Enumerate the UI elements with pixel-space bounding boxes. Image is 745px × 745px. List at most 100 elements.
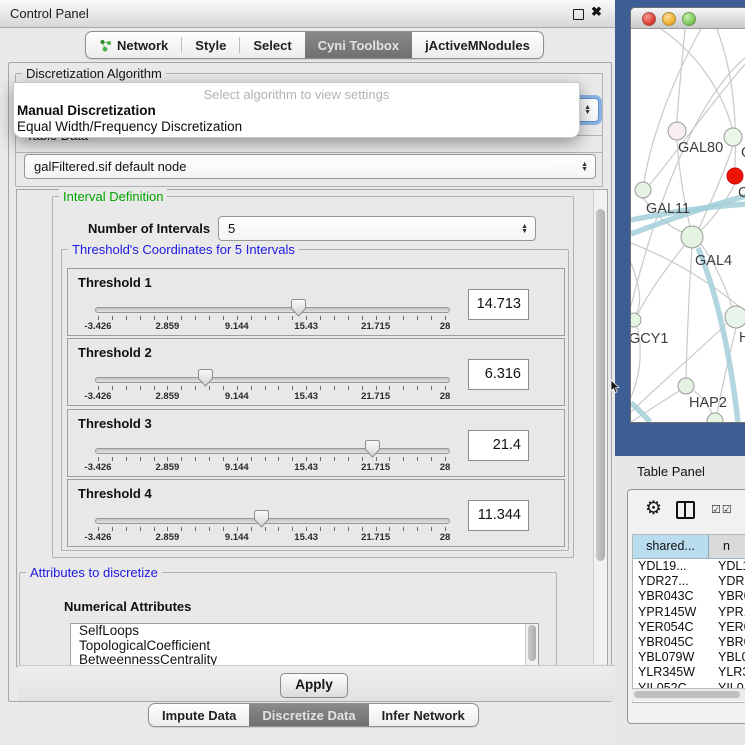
attribute-item[interactable]: TopologicalCoefficient [71, 639, 538, 654]
slider-thumb[interactable] [198, 369, 213, 387]
slider-track[interactable] [95, 448, 450, 454]
bottom-node[interactable] [707, 413, 723, 422]
table-row[interactable]: YDL19...YDL1 [633, 559, 745, 574]
threshold-value-field[interactable]: 6.316 [468, 359, 529, 390]
node-table[interactable]: shared... n YDL19...YDL1YDR27...YDR2YBR0… [632, 534, 745, 703]
slider-thumb[interactable] [254, 510, 269, 528]
slider-tick [403, 527, 404, 531]
algorithm-option-manual[interactable]: Manual Discretization [17, 103, 156, 118]
network-edge[interactable] [661, 29, 732, 128]
settings-scrollbar[interactable] [593, 190, 607, 664]
number-of-intervals-combobox[interactable]: 5 ▲▼ [218, 216, 536, 241]
tab-cyni-toolbox[interactable]: Cyni Toolbox [305, 32, 412, 58]
tab-jactivemnodules[interactable]: jActiveMNodules [412, 32, 543, 58]
gal11-node[interactable] [635, 182, 651, 198]
table-row[interactable]: YBL079WYBL0 [633, 650, 745, 665]
slider-tick [320, 457, 321, 461]
tab-style[interactable]: Style [182, 32, 239, 58]
threshold-value-field[interactable]: 21.4 [468, 430, 529, 461]
gal4-node[interactable] [681, 226, 703, 248]
threshold-3-box: Threshold 3-3.4262.8599.14415.4321.71528… [67, 409, 565, 477]
column-header-name[interactable]: n [709, 535, 745, 558]
slider-tick [209, 457, 210, 461]
slider-tick [265, 386, 266, 390]
table-row[interactable]: YBR043CYBR0 [633, 589, 745, 604]
slider-tick [265, 457, 266, 461]
slider-tick [195, 457, 196, 461]
interval-definition-group: Interval Definition Number of Intervals … [52, 196, 574, 558]
slider-thumb[interactable] [365, 440, 380, 458]
right-node[interactable] [725, 306, 745, 328]
close-traffic-light-icon[interactable] [642, 12, 656, 26]
tab-network[interactable]: Network [86, 32, 181, 58]
slider-tick [417, 316, 418, 320]
slider-tick-label: 15.43 [294, 532, 318, 543]
table-row[interactable]: YLR345WYLR3 [633, 665, 745, 680]
slider-tick [140, 386, 141, 390]
table-row[interactable]: YER054CYER0 [633, 620, 745, 635]
apply-bar: Apply [18, 665, 618, 701]
slider-track[interactable] [95, 518, 450, 524]
table-row[interactable]: YDR27...YDR2 [633, 574, 745, 589]
column-header-shared-name[interactable]: shared... [633, 535, 709, 558]
slider-tick [306, 386, 307, 390]
tab-select[interactable]: Select [240, 32, 304, 58]
attribute-item[interactable]: SelfLoops [71, 624, 538, 639]
select-columns-icon[interactable]: ☑☑ [711, 503, 733, 516]
slider-tick [376, 527, 377, 531]
table-row[interactable]: YBR045CYBR0 [633, 635, 745, 650]
slider-tick-label: 15.43 [294, 462, 318, 473]
slider-track[interactable] [95, 307, 450, 313]
bottom-tab-infer-network[interactable]: Infer Network [369, 704, 478, 726]
slider-tick [403, 386, 404, 390]
bottom-tab-impute-data[interactable]: Impute Data [149, 704, 249, 726]
numerical-attributes-list[interactable]: SelfLoopsTopologicalCoefficientBetweenne… [70, 623, 539, 666]
attributes-scrollbar[interactable] [525, 624, 538, 665]
slider-tick [306, 457, 307, 461]
red-node[interactable] [727, 168, 743, 184]
cell-name: YBL0 [714, 650, 745, 665]
cell-shared-name: YDR27... [633, 574, 714, 589]
threshold-value-field[interactable]: 11.344 [468, 500, 529, 531]
network-canvas[interactable]: GAL80GCGAL11GAL4GCY1HHAP2 [631, 29, 745, 422]
slider-tick [140, 316, 141, 320]
slider-tick [334, 316, 335, 320]
slider-tick [112, 316, 113, 320]
slider-tick [334, 457, 335, 461]
gcy1-node[interactable] [631, 313, 641, 327]
slider-tick [167, 386, 168, 390]
top-right-node[interactable] [724, 128, 742, 146]
slider-tick-label: 9.144 [225, 321, 249, 332]
gal80-node[interactable] [668, 122, 686, 140]
cell-name: YER0 [714, 620, 745, 635]
network-edge[interactable] [699, 146, 733, 228]
threshold-value-field[interactable]: 14.713 [468, 289, 529, 320]
columns-icon[interactable] [676, 501, 695, 519]
gear-icon[interactable]: ⚙ [645, 497, 662, 520]
bottom-tab-discretize-data[interactable]: Discretize Data [249, 704, 368, 726]
network-edge-highlighted[interactable] [631, 403, 650, 422]
algorithm-option-equal-width[interactable]: Equal Width/Frequency Discretization [17, 119, 242, 134]
apply-button[interactable]: Apply [280, 673, 348, 698]
table-row[interactable]: YPR145WYPR1 [633, 605, 745, 620]
threshold-4-box: Threshold 4-3.4262.8599.14415.4321.71528… [67, 479, 565, 547]
minimize-traffic-light-icon[interactable] [662, 12, 676, 26]
slider-thumb[interactable] [291, 299, 306, 317]
slider-tick [278, 386, 279, 390]
tab-label: Select [253, 38, 291, 53]
float-window-icon[interactable] [573, 9, 584, 20]
slider-tick-label: 28 [440, 462, 451, 473]
network-edge[interactable] [644, 29, 701, 182]
table-horizontal-scrollbar[interactable] [632, 688, 745, 701]
slider-tick [389, 527, 390, 531]
hap2-node[interactable] [678, 378, 694, 394]
close-icon[interactable]: ✖ [591, 4, 602, 20]
slider-tick [417, 527, 418, 531]
table-data-combobox[interactable]: galFiltered.sif default node ▲▼ [24, 154, 596, 179]
network-view-window: GAL80GCGAL11GAL4GCY1HHAP2 [630, 7, 745, 423]
slider-tick [348, 527, 349, 531]
slider-tick [431, 457, 432, 461]
slider-track[interactable] [95, 377, 450, 383]
table-panel: Table Panel ⚙ ☑☑ shared... n YDL19...YDL… [615, 456, 745, 745]
zoom-traffic-light-icon[interactable] [682, 12, 696, 26]
